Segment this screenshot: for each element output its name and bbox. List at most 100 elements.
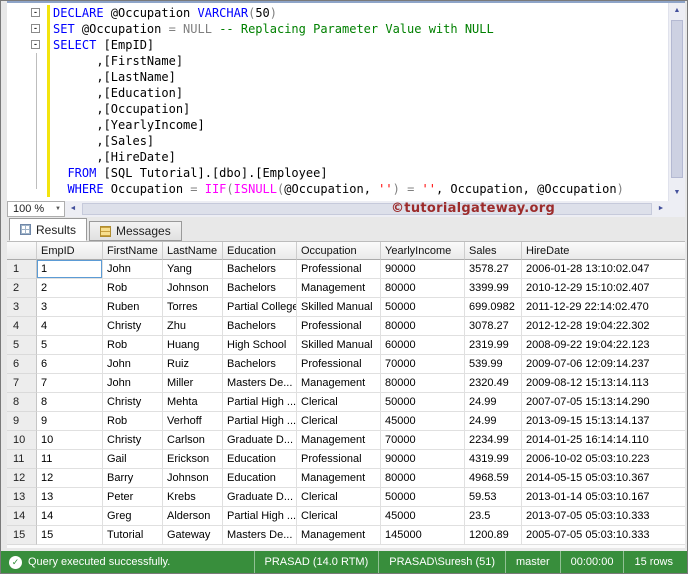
column-header-firstname[interactable]: FirstName bbox=[103, 242, 163, 260]
grid-cell[interactable]: Skilled Manual bbox=[297, 298, 381, 317]
grid-cell[interactable]: 70000 bbox=[381, 431, 465, 450]
grid-cell[interactable]: 45000 bbox=[381, 507, 465, 526]
row-number-cell[interactable]: 11 bbox=[7, 450, 37, 469]
grid-cell[interactable]: 2011-12-29 22:14:02.470 bbox=[522, 298, 685, 317]
grid-cell[interactable]: Greg bbox=[103, 507, 163, 526]
row-number-cell[interactable]: 14 bbox=[7, 507, 37, 526]
row-number-cell[interactable]: 5 bbox=[7, 336, 37, 355]
scroll-up-icon[interactable]: ▲ bbox=[669, 3, 685, 19]
grid-cell[interactable]: 24.99 bbox=[465, 412, 522, 431]
grid-cell[interactable]: Clerical bbox=[297, 488, 381, 507]
row-number-cell[interactable]: 6 bbox=[7, 355, 37, 374]
row-number-cell[interactable]: 4 bbox=[7, 317, 37, 336]
editor-vertical-scrollbar[interactable]: ▲ ▼ bbox=[668, 3, 685, 201]
editor-horizontal-scrollbar[interactable]: ◄ ► ©tutorialgateway.org bbox=[65, 201, 669, 217]
grid-cell[interactable]: 50000 bbox=[381, 488, 465, 507]
grid-cell[interactable]: 2006-01-28 13:10:02.047 bbox=[522, 260, 685, 279]
grid-cell[interactable]: Masters De... bbox=[223, 374, 297, 393]
grid-cell[interactable]: 1 bbox=[37, 260, 103, 279]
column-header-education[interactable]: Education bbox=[223, 242, 297, 260]
grid-cell[interactable]: Peter bbox=[103, 488, 163, 507]
grid-cell[interactable]: Barry bbox=[103, 469, 163, 488]
grid-cell[interactable]: Christy bbox=[103, 393, 163, 412]
grid-cell[interactable]: 4319.99 bbox=[465, 450, 522, 469]
row-number-cell[interactable]: 15 bbox=[7, 526, 37, 545]
grid-cell[interactable]: Zhu bbox=[163, 317, 223, 336]
grid-cell[interactable]: 2320.49 bbox=[465, 374, 522, 393]
grid-cell[interactable]: 2013-07-05 05:03:10.333 bbox=[522, 507, 685, 526]
row-number-cell[interactable]: 10 bbox=[7, 431, 37, 450]
grid-cell[interactable]: Education bbox=[223, 469, 297, 488]
grid-cell[interactable]: Miller bbox=[163, 374, 223, 393]
grid-cell[interactable]: Partial High ... bbox=[223, 393, 297, 412]
grid-cell[interactable]: 2014-01-25 16:14:14.110 bbox=[522, 431, 685, 450]
vertical-scroll-thumb[interactable] bbox=[671, 20, 683, 178]
tab-messages[interactable]: Messages bbox=[89, 221, 182, 241]
grid-cell[interactable]: Christy bbox=[103, 317, 163, 336]
grid-cell[interactable]: Management bbox=[297, 526, 381, 545]
grid-cell[interactable]: 50000 bbox=[381, 298, 465, 317]
grid-cell[interactable]: 8 bbox=[37, 393, 103, 412]
grid-cell[interactable]: 9 bbox=[37, 412, 103, 431]
grid-cell[interactable]: 2008-09-22 19:04:22.123 bbox=[522, 336, 685, 355]
grid-cell[interactable]: Ruiz bbox=[163, 355, 223, 374]
column-header-empid[interactable]: EmpID bbox=[37, 242, 103, 260]
grid-cell[interactable]: 2009-07-06 12:09:14.237 bbox=[522, 355, 685, 374]
grid-cell[interactable]: High School bbox=[223, 336, 297, 355]
grid-cell[interactable]: Rob bbox=[103, 336, 163, 355]
grid-cell[interactable]: Management bbox=[297, 279, 381, 298]
grid-cell[interactable]: Gateway bbox=[163, 526, 223, 545]
row-number-cell[interactable]: 7 bbox=[7, 374, 37, 393]
grid-cell[interactable]: Skilled Manual bbox=[297, 336, 381, 355]
grid-cell[interactable]: 24.99 bbox=[465, 393, 522, 412]
grid-cell[interactable]: John bbox=[103, 260, 163, 279]
grid-cell[interactable]: 3 bbox=[37, 298, 103, 317]
grid-cell[interactable]: Bachelors bbox=[223, 279, 297, 298]
sql-editor[interactable]: - DECLARE @Occupation VARCHAR(50) - SET @Oc… bbox=[7, 1, 685, 217]
grid-cell[interactable]: 2014-05-15 05:03:10.367 bbox=[522, 469, 685, 488]
grid-cell[interactable]: 3399.99 bbox=[465, 279, 522, 298]
row-number-cell[interactable]: 12 bbox=[7, 469, 37, 488]
grid-cell[interactable]: 11 bbox=[37, 450, 103, 469]
column-header-yearlyincome[interactable]: YearlyIncome bbox=[381, 242, 465, 260]
grid-cell[interactable]: Partial High ... bbox=[223, 507, 297, 526]
grid-cell[interactable]: 4 bbox=[37, 317, 103, 336]
grid-cell[interactable]: Christy bbox=[103, 431, 163, 450]
grid-cell[interactable]: Clerical bbox=[297, 412, 381, 431]
grid-cell[interactable]: 2013-01-14 05:03:10.167 bbox=[522, 488, 685, 507]
grid-cell[interactable]: Partial High ... bbox=[223, 412, 297, 431]
grid-cell[interactable]: 80000 bbox=[381, 469, 465, 488]
grid-cell[interactable]: 70000 bbox=[381, 355, 465, 374]
grid-cell[interactable]: Management bbox=[297, 431, 381, 450]
grid-cell[interactable]: John bbox=[103, 374, 163, 393]
grid-cell[interactable]: 2005-07-05 05:03:10.333 bbox=[522, 526, 685, 545]
results-grid[interactable]: EmpID FirstName LastName Education Occupatio… bbox=[7, 241, 685, 548]
grid-cell[interactable]: Rob bbox=[103, 279, 163, 298]
grid-cell[interactable]: 2009-08-12 15:13:14.113 bbox=[522, 374, 685, 393]
grid-cell[interactable]: 59.53 bbox=[465, 488, 522, 507]
column-header-hiredate[interactable]: HireDate bbox=[522, 242, 685, 260]
scroll-left-icon[interactable]: ◄ bbox=[65, 201, 81, 217]
grid-cell[interactable]: Bachelors bbox=[223, 317, 297, 336]
grid-cell[interactable]: Education bbox=[223, 450, 297, 469]
grid-cell[interactable]: 699.0982 bbox=[465, 298, 522, 317]
grid-cell[interactable]: 539.99 bbox=[465, 355, 522, 374]
row-number-cell[interactable]: 13 bbox=[7, 488, 37, 507]
grid-cell[interactable]: 7 bbox=[37, 374, 103, 393]
grid-cell[interactable]: 6 bbox=[37, 355, 103, 374]
grid-cell[interactable]: 90000 bbox=[381, 260, 465, 279]
grid-cell[interactable]: Professional bbox=[297, 450, 381, 469]
grid-cell[interactable]: 3078.27 bbox=[465, 317, 522, 336]
grid-cell[interactable]: 50000 bbox=[381, 393, 465, 412]
grid-cell[interactable]: 13 bbox=[37, 488, 103, 507]
grid-cell[interactable]: Verhoff bbox=[163, 412, 223, 431]
grid-cell[interactable]: Management bbox=[297, 374, 381, 393]
grid-cell[interactable]: 10 bbox=[37, 431, 103, 450]
grid-cell[interactable]: Professional bbox=[297, 317, 381, 336]
grid-cell[interactable]: 4968.59 bbox=[465, 469, 522, 488]
scroll-down-icon[interactable]: ▼ bbox=[669, 185, 685, 201]
grid-cell[interactable]: Huang bbox=[163, 336, 223, 355]
zoom-level-select[interactable]: 100 % ▼ bbox=[7, 201, 65, 217]
grid-cell[interactable]: 80000 bbox=[381, 374, 465, 393]
grid-cell[interactable]: Gail bbox=[103, 450, 163, 469]
